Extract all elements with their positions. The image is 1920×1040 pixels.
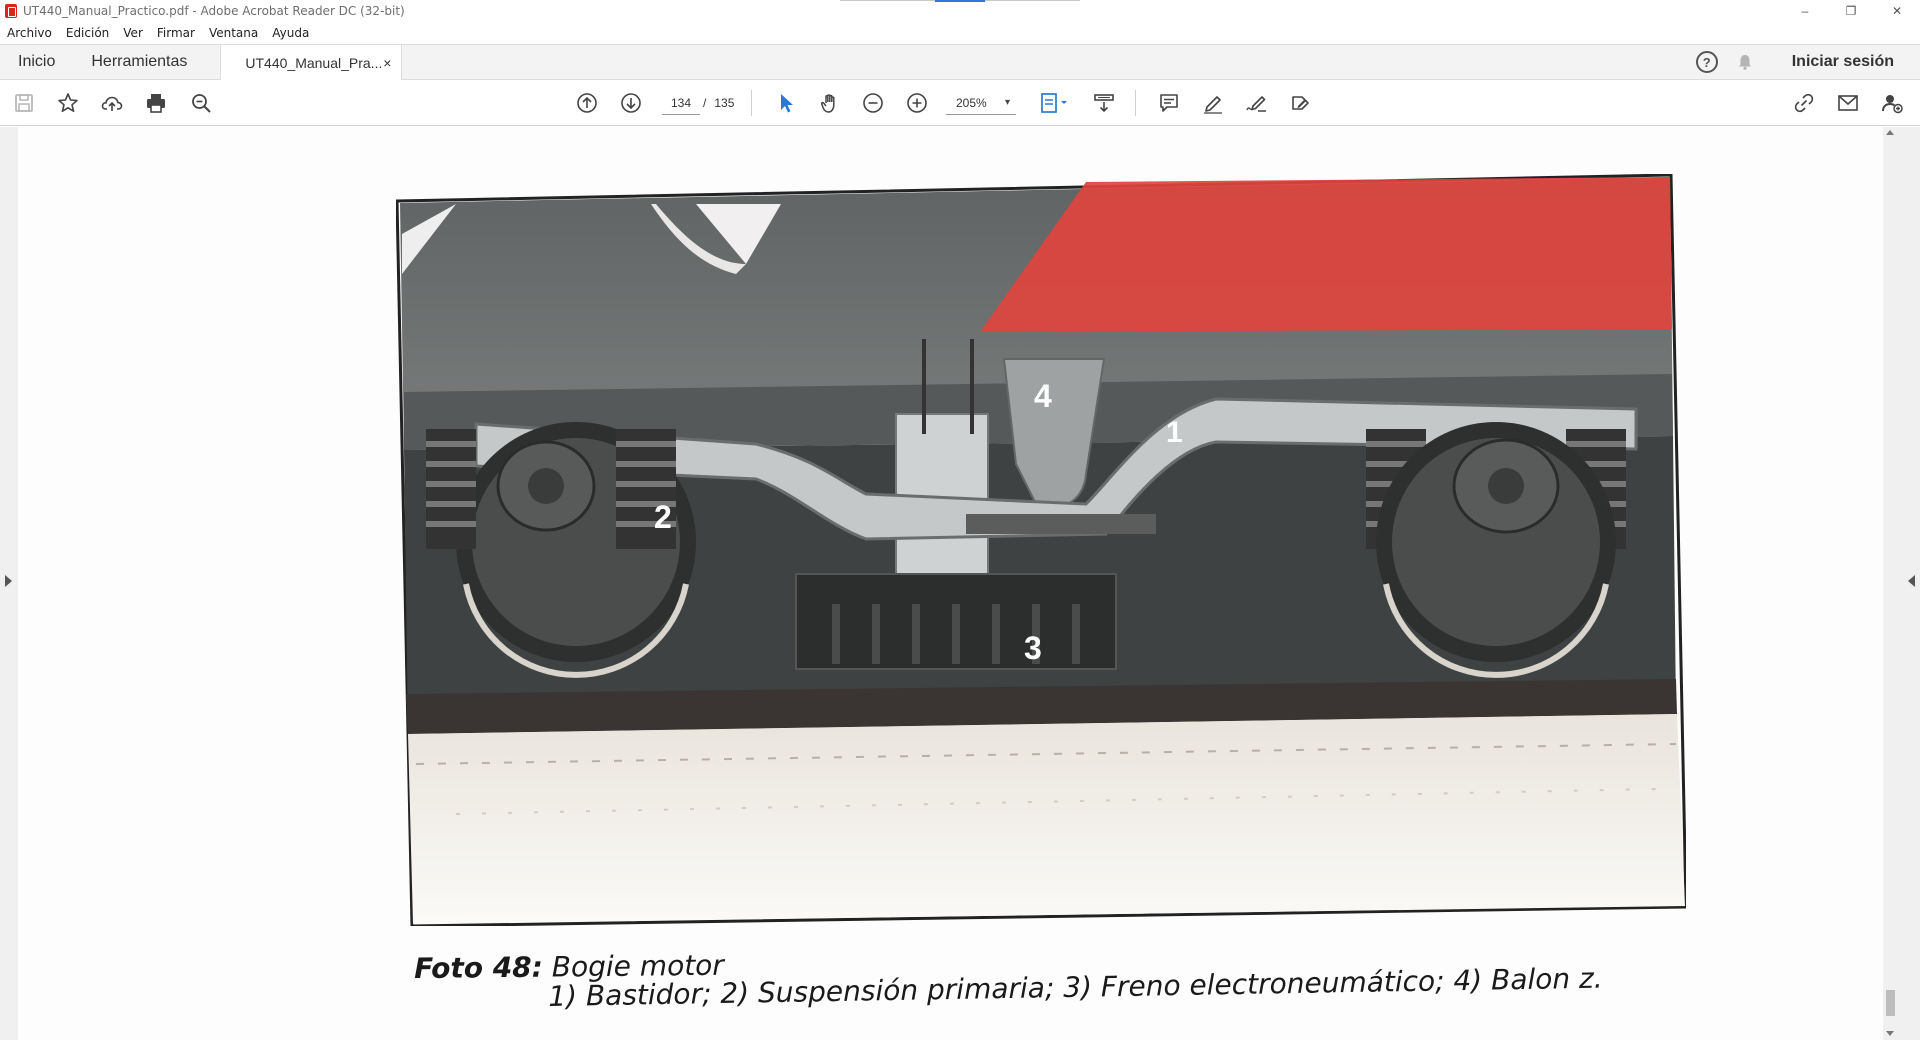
zoom-level-select[interactable]: 205% ▾ — [946, 91, 1016, 115]
chevron-down-icon: ▾ — [1004, 97, 1010, 108]
photo-label-2: 2 — [654, 499, 672, 535]
page-count: / 135 — [703, 91, 734, 115]
ballast — [408, 714, 1685, 924]
bogie-photo: 1 2 3 4 — [396, 174, 1686, 926]
menu-firmar[interactable]: Firmar — [157, 26, 195, 40]
menu-bar: Archivo Edición Ver Firmar Ventana Ayuda — [0, 22, 1920, 44]
add-user-icon[interactable] — [1878, 89, 1906, 117]
signin-button[interactable]: Iniciar sesión — [1792, 53, 1894, 71]
menu-archivo[interactable]: Archivo — [7, 26, 52, 40]
zoom-in-icon[interactable] — [903, 89, 931, 117]
print-icon[interactable] — [142, 89, 170, 117]
help-icon[interactable]: ? — [1695, 51, 1718, 73]
scroll-down-icon[interactable] — [1886, 1031, 1894, 1036]
expand-left-pane-icon[interactable] — [5, 575, 12, 587]
restore-button[interactable]: ❐ — [1828, 0, 1874, 22]
share-edit-icon[interactable] — [1287, 89, 1315, 117]
star-icon[interactable] — [54, 89, 82, 117]
tab-document-label: UT440_Manual_Pra... — [245, 54, 383, 71]
next-page-icon[interactable] — [617, 89, 645, 117]
menu-ayuda[interactable]: Ayuda — [272, 26, 309, 40]
select-cursor-icon[interactable] — [772, 89, 800, 117]
zoom-out-icon[interactable] — [859, 89, 887, 117]
vertical-scrollbar[interactable] — [1883, 127, 1898, 1040]
tab-bar: Inicio Herramientas UT440_Manual_Pra... … — [0, 44, 1920, 80]
photo-label-4: 4 — [1034, 378, 1052, 414]
left-pane — [0, 127, 18, 1040]
save-icon[interactable] — [10, 89, 38, 117]
close-tab-icon[interactable]: × — [383, 55, 391, 71]
zoom-search-icon[interactable] — [187, 89, 215, 117]
menu-ventana[interactable]: Ventana — [209, 26, 258, 40]
scroll-up-icon[interactable] — [1886, 130, 1894, 135]
window-controls: – ❐ ✕ — [1782, 0, 1920, 22]
account-area: ? Iniciar sesión — [1695, 45, 1920, 79]
bell-icon[interactable] — [1734, 51, 1756, 73]
fit-page-icon[interactable] — [1036, 89, 1074, 117]
hand-tool-icon[interactable] — [816, 89, 844, 117]
tab-home[interactable]: Inicio — [0, 45, 73, 79]
caption-lead: Foto 48: — [414, 950, 544, 985]
page-separator: / — [703, 96, 707, 110]
zoom-level-value: 205% — [956, 96, 987, 110]
total-pages: 135 — [714, 96, 735, 110]
title-accent — [935, 0, 985, 2]
previous-page-icon[interactable] — [573, 89, 601, 117]
link-icon[interactable] — [1790, 89, 1818, 117]
menu-ver[interactable]: Ver — [123, 26, 143, 40]
toolbar: 134 / 135 205% ▾ — [0, 80, 1920, 126]
menu-edicion[interactable]: Edición — [66, 26, 109, 40]
expand-right-pane-icon[interactable] — [1908, 575, 1915, 587]
photo-label-1: 1 — [1166, 416, 1183, 449]
red-livery-panel — [980, 177, 1672, 332]
cloud-upload-icon[interactable] — [98, 89, 126, 117]
highlight-pen-icon[interactable] — [1199, 89, 1227, 117]
title-bar: UT440_Manual_Practico.pdf - Adobe Acroba… — [0, 0, 1920, 22]
photo-label-3: 3 — [1024, 630, 1042, 666]
minimize-button[interactable]: – — [1782, 0, 1828, 22]
acrobat-pdf-icon — [5, 4, 17, 18]
email-icon[interactable] — [1834, 89, 1862, 117]
sign-icon[interactable] — [1243, 89, 1271, 117]
comment-icon[interactable] — [1155, 89, 1183, 117]
close-window-button[interactable]: ✕ — [1874, 0, 1920, 22]
scroll-thumb[interactable] — [1886, 990, 1895, 1016]
toolbar-divider — [751, 90, 752, 116]
page-number-input[interactable]: 134 — [662, 91, 700, 115]
window-title: UT440_Manual_Practico.pdf - Adobe Acroba… — [23, 4, 405, 18]
toolbar-divider — [1135, 90, 1136, 116]
tab-tools[interactable]: Herramientas — [73, 45, 205, 79]
tab-document[interactable]: UT440_Manual_Pra... × — [220, 45, 403, 80]
scroll-mode-icon[interactable] — [1090, 89, 1118, 117]
